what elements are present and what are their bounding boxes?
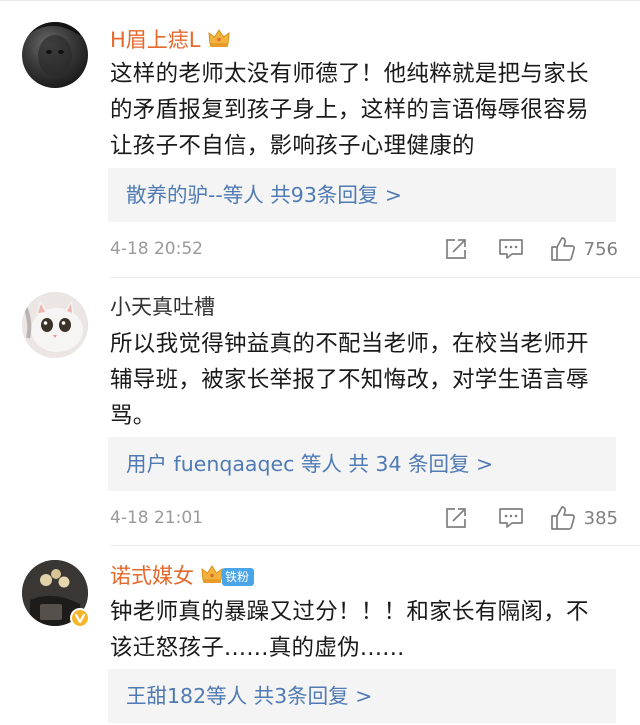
comment-actions: 756 — [444, 235, 618, 263]
comment-body: 所以我觉得钟益真的不配当老师，在校当老师开 辅导班，被家长举报了不知悔改，对学生… — [110, 326, 630, 434]
avatar[interactable] — [22, 292, 88, 358]
verified-icon — [70, 608, 90, 628]
like-button[interactable]: 756 — [550, 236, 618, 262]
share-button[interactable] — [444, 237, 468, 261]
username[interactable]: 小天真吐槽 — [110, 294, 215, 320]
share-icon — [445, 508, 466, 528]
username-text[interactable]: 诺式媒女 — [110, 564, 194, 588]
body-line: 骂。 — [110, 403, 156, 429]
share-button[interactable] — [444, 506, 468, 530]
username-text[interactable]: 小天真吐槽 — [110, 295, 215, 319]
reply-summary[interactable]: 散养的驴--等人 共93条回复 > — [108, 168, 616, 222]
body-line: 的矛盾报复到孩子身上，这样的言语侮辱很容易 — [110, 97, 589, 123]
fan-badge: 铁粉 — [222, 568, 255, 586]
avatar[interactable] — [22, 22, 88, 88]
crown-icon — [207, 26, 231, 50]
like-count: 756 — [583, 238, 618, 260]
like-count: 385 — [583, 507, 618, 529]
comment-item: 诺式媒女 铁粉 钟老师真的暴躁又过分！！！和家长有隔阂，不 该迁怒孩子......… — [0, 546, 640, 725]
like-icon — [550, 237, 575, 261]
comment-button[interactable] — [498, 506, 524, 530]
like-icon — [550, 506, 575, 530]
body-line: 让孩子不自信，影响孩子心理健康的 — [110, 133, 475, 159]
share-icon — [445, 239, 466, 259]
reply-summary-link[interactable]: 用户 fuenqaaqec 等人 共 34 条回复 > — [126, 450, 493, 478]
avatar-photo — [22, 22, 80, 77]
reply-summary-link[interactable]: 王甜182等人 共3条回复 > — [126, 682, 372, 710]
reply-summary-link[interactable]: 散养的驴--等人 共93条回复 > — [126, 181, 402, 209]
like-button[interactable]: 385 — [550, 505, 618, 531]
comment-icon — [498, 239, 523, 259]
comment-item: H眉上痣L 这样的老师太没有师德了！他纯粹就是把与家长 的矛盾报复到孩子身上，这… — [0, 0, 640, 278]
comment-actions: 385 — [444, 504, 618, 532]
body-line: 辅导班，被家长举报了不知悔改，对学生语言辱 — [110, 367, 589, 393]
reply-summary[interactable]: 王甜182等人 共3条回复 > — [108, 669, 616, 723]
comment-item: 小天真吐槽 所以我觉得钟益真的不配当老师，在校当老师开 辅导班，被家长举报了不知… — [0, 278, 640, 546]
username[interactable]: 诺式媒女 铁粉 — [110, 562, 255, 589]
comment-body: 这样的老师太没有师德了！他纯粹就是把与家长 的矛盾报复到孩子身上，这样的言语侮辱… — [110, 56, 630, 164]
body-line: 这样的老师太没有师德了！他纯粹就是把与家长 — [110, 61, 589, 87]
body-line: 所以我觉得钟益真的不配当老师，在校当老师开 — [110, 331, 589, 357]
avatar[interactable] — [22, 560, 90, 628]
comment-button[interactable] — [498, 237, 524, 261]
body-line: 该迁怒孩子......真的虚伪...... — [110, 635, 405, 661]
timestamp: 4-18 21:01 — [110, 508, 203, 528]
reply-summary[interactable]: 用户 fuenqaaqec 等人 共 34 条回复 > — [108, 437, 616, 491]
comment-body: 钟老师真的暴躁又过分！！！和家长有隔阂，不 该迁怒孩子......真的虚伪...… — [110, 594, 630, 666]
body-line: 钟老师真的暴躁又过分！！！和家长有隔阂，不 — [110, 599, 589, 625]
comment-icon — [498, 508, 523, 528]
username-text[interactable]: H眉上痣L — [110, 28, 201, 52]
avatar-photo — [22, 292, 88, 358]
crown-icon — [200, 562, 224, 586]
timestamp: 4-18 20:52 — [110, 239, 203, 259]
username[interactable]: H眉上痣L — [110, 26, 231, 53]
